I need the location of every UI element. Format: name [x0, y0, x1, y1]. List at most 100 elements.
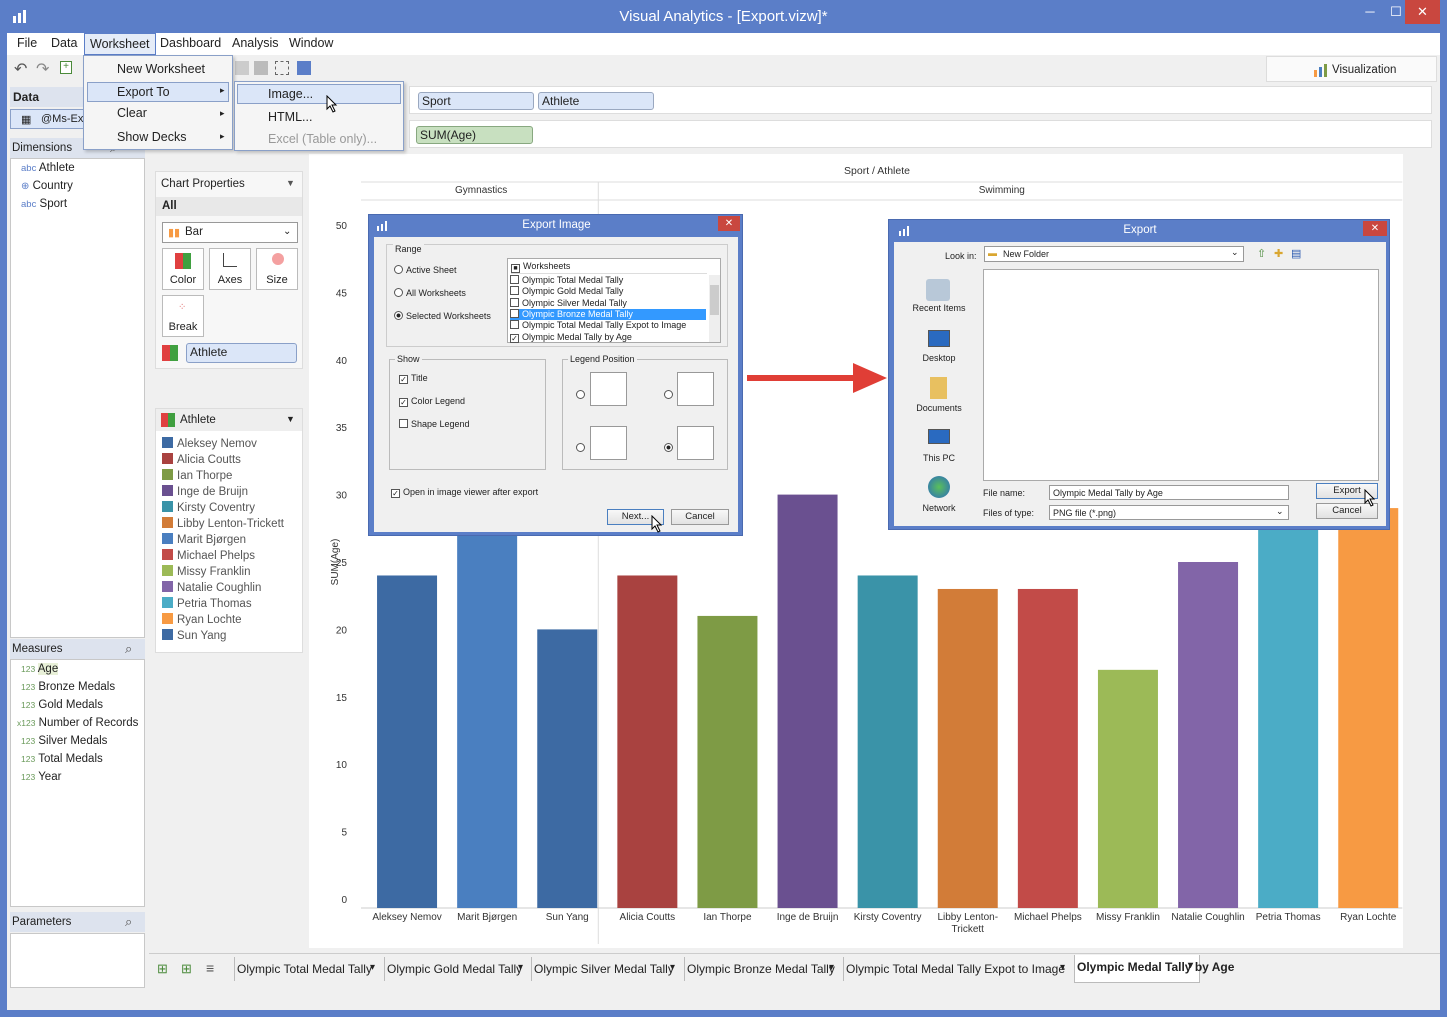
measure-number-of-records[interactable]: x123 Number of Records — [17, 717, 138, 729]
menu-analysis[interactable]: Analysis — [232, 36, 279, 50]
rows-shelf[interactable]: SUM(Age) — [409, 120, 1432, 148]
select-all-checkbox[interactable]: ■ — [511, 264, 520, 273]
new-folder-icon[interactable]: ✚ — [1274, 247, 1283, 260]
sheet-tab[interactable]: Olympic Silver Medal Tally ▾ — [531, 957, 681, 981]
menu-item-show-decks[interactable]: Show Decks — [117, 130, 186, 144]
legend-item[interactable]: Libby Lenton-Trickett — [162, 517, 284, 530]
radio-all-worksheets[interactable]: All Worksheets — [394, 288, 466, 298]
close-icon[interactable]: ✕ — [718, 216, 740, 231]
place-this-pc[interactable]: This PC — [904, 453, 974, 463]
menu-item-export-html[interactable]: HTML... — [268, 110, 312, 124]
this-pc-icon[interactable] — [928, 429, 950, 444]
show-color-legend-checkbox[interactable]: ✓ Color Legend — [399, 396, 465, 407]
sheet-tab[interactable]: Olympic Total Medal Tally Expot to Image… — [843, 957, 1071, 981]
legend-position-radio-top-left[interactable] — [576, 390, 585, 399]
checkbox-icon[interactable] — [510, 286, 519, 296]
measure-year[interactable]: 123 Year — [21, 771, 61, 783]
look-in-select[interactable]: ▬ New Folder ⌄ — [984, 246, 1244, 262]
file-name-input[interactable]: Olympic Medal Tally by Age — [1049, 485, 1289, 500]
worksheet-list-item[interactable]: Olympic Gold Medal Tally — [510, 286, 706, 297]
measure-total-medals[interactable]: 123 Total Medals — [21, 753, 103, 765]
worksheet-list-item[interactable]: Olympic Silver Medal Tally — [510, 297, 706, 309]
place-network[interactable]: Network — [904, 503, 974, 513]
chevron-down-icon[interactable]: ▾ — [370, 962, 375, 973]
menu-data[interactable]: Data — [51, 36, 77, 50]
measure-silver-medals[interactable]: 123 Silver Medals — [21, 735, 107, 747]
chevron-down-icon[interactable]: ▾ — [518, 962, 523, 973]
dimension-athlete[interactable]: abc Athlete — [21, 162, 75, 174]
toolbar-icon-3[interactable] — [275, 61, 289, 75]
sheet-tab[interactable]: Olympic Gold Medal Tally ▾ — [384, 957, 529, 981]
all-marks-row[interactable]: All — [156, 197, 302, 216]
legend-item[interactable]: Michael Phelps — [162, 549, 255, 562]
show-shape-legend-checkbox[interactable]: Shape Legend — [399, 419, 470, 429]
column-pill-athlete[interactable]: Athlete — [538, 92, 654, 110]
visualization-tab[interactable]: Visualization — [1266, 56, 1437, 82]
up-folder-icon[interactable]: ⇧ — [1257, 247, 1266, 260]
legend-item[interactable]: Inge de Bruijn — [162, 485, 248, 498]
menu-item-new-worksheet[interactable]: New Worksheet — [117, 62, 205, 76]
worksheets-list[interactable]: ■ Worksheets Olympic Total Medal Tally Oly… — [507, 258, 721, 343]
worksheet-list-item[interactable]: Olympic Bronze Medal Tally — [510, 308, 706, 320]
chevron-down-icon[interactable]: ▼ — [286, 178, 295, 188]
chevron-down-icon[interactable]: ▾ — [829, 962, 834, 973]
measure-age[interactable]: 123 Age — [21, 663, 59, 675]
toolbar-icon-2[interactable] — [254, 61, 268, 75]
place-documents[interactable]: Documents — [904, 403, 974, 413]
menu-item-export-to[interactable]: Export To — [117, 85, 170, 99]
checkbox-icon[interactable] — [510, 297, 519, 307]
radio-active-sheet[interactable]: Active Sheet — [394, 265, 457, 275]
break-button[interactable]: ⁘ Break — [162, 295, 204, 337]
search-icon[interactable]: ⌕ — [125, 641, 132, 657]
legend-item[interactable]: Sun Yang — [162, 629, 226, 642]
legend-item[interactable]: Petria Thomas — [162, 597, 252, 610]
dimension-country[interactable]: ⊕ Country — [21, 180, 73, 192]
chevron-down-icon[interactable]: ▾ — [1188, 960, 1193, 971]
new-dashboard-icon[interactable]: ⊞ — [181, 961, 192, 977]
new-worksheet-icon[interactable]: ⊞ — [157, 961, 168, 977]
checkbox-checked-icon[interactable]: ✓ — [510, 333, 519, 343]
menu-dashboard[interactable]: Dashboard — [160, 36, 221, 50]
sheet-tab[interactable]: Olympic Bronze Medal Tally ▾ — [684, 957, 840, 981]
checkbox-icon[interactable] — [510, 320, 519, 330]
close-icon[interactable]: ✕ — [1363, 221, 1387, 236]
axes-button[interactable]: Axes — [209, 248, 251, 290]
documents-icon[interactable] — [930, 377, 947, 399]
legend-item[interactable]: Missy Franklin — [162, 565, 250, 578]
legend-item[interactable]: Ian Thorpe — [162, 469, 232, 482]
chevron-down-icon[interactable]: ▾ — [670, 962, 675, 973]
place-recent-items[interactable]: Recent Items — [904, 303, 974, 313]
new-sheet-icon[interactable]: + — [60, 61, 72, 74]
radio-selected-worksheets[interactable]: Selected Worksheets — [394, 311, 491, 321]
show-title-checkbox[interactable]: ✓ Title — [399, 373, 428, 384]
chevron-down-icon[interactable]: ▾ — [1060, 962, 1065, 973]
measure-gold-medals[interactable]: 123 Gold Medals — [21, 699, 103, 711]
legend-item[interactable]: Ryan Lochte — [162, 613, 242, 626]
recent-items-icon[interactable] — [926, 279, 950, 301]
tab-list-icon[interactable]: ≡ — [206, 960, 214, 976]
redo-icon[interactable]: ↷ — [36, 59, 49, 79]
toolbar-icon-4[interactable] — [297, 61, 311, 75]
search-icon[interactable]: ⌕ — [125, 914, 132, 930]
close-button[interactable]: ✕ — [1405, 0, 1440, 24]
menu-item-clear[interactable]: Clear — [117, 106, 147, 120]
desktop-icon[interactable] — [928, 330, 950, 347]
column-pill-sport[interactable]: Sport — [418, 92, 534, 110]
dimension-sport[interactable]: abc Sport — [21, 198, 67, 210]
chart-type-select[interactable]: ▮▮ Bar ⌄ — [162, 222, 298, 243]
legend-item[interactable]: Alicia Coutts — [162, 453, 241, 466]
legend-item[interactable]: Aleksey Nemov — [162, 437, 257, 450]
open-viewer-checkbox[interactable]: ✓ Open in image viewer after export — [391, 487, 538, 498]
scroll-thumb[interactable] — [710, 285, 719, 315]
cancel-button[interactable]: Cancel — [671, 509, 729, 525]
toolbar-icon-1[interactable] — [235, 61, 249, 75]
menu-item-export-image[interactable]: Image... — [268, 87, 313, 101]
file-type-select[interactable]: PNG file (*.png) ⌄ — [1049, 505, 1289, 520]
size-button[interactable]: Size — [256, 248, 298, 290]
checkbox-icon[interactable] — [510, 275, 519, 284]
worksheet-list-item[interactable]: ✓ Olympic Medal Tally by Age — [510, 332, 706, 343]
chevron-down-icon[interactable]: ▼ — [286, 414, 295, 424]
sheet-tab[interactable]: Olympic Total Medal Tally ▾ — [234, 957, 381, 981]
sheet-tab[interactable]: Olympic Medal Tally by Age ▾ — [1074, 955, 1234, 983]
row-pill-sum-age[interactable]: SUM(Age) — [416, 126, 533, 144]
